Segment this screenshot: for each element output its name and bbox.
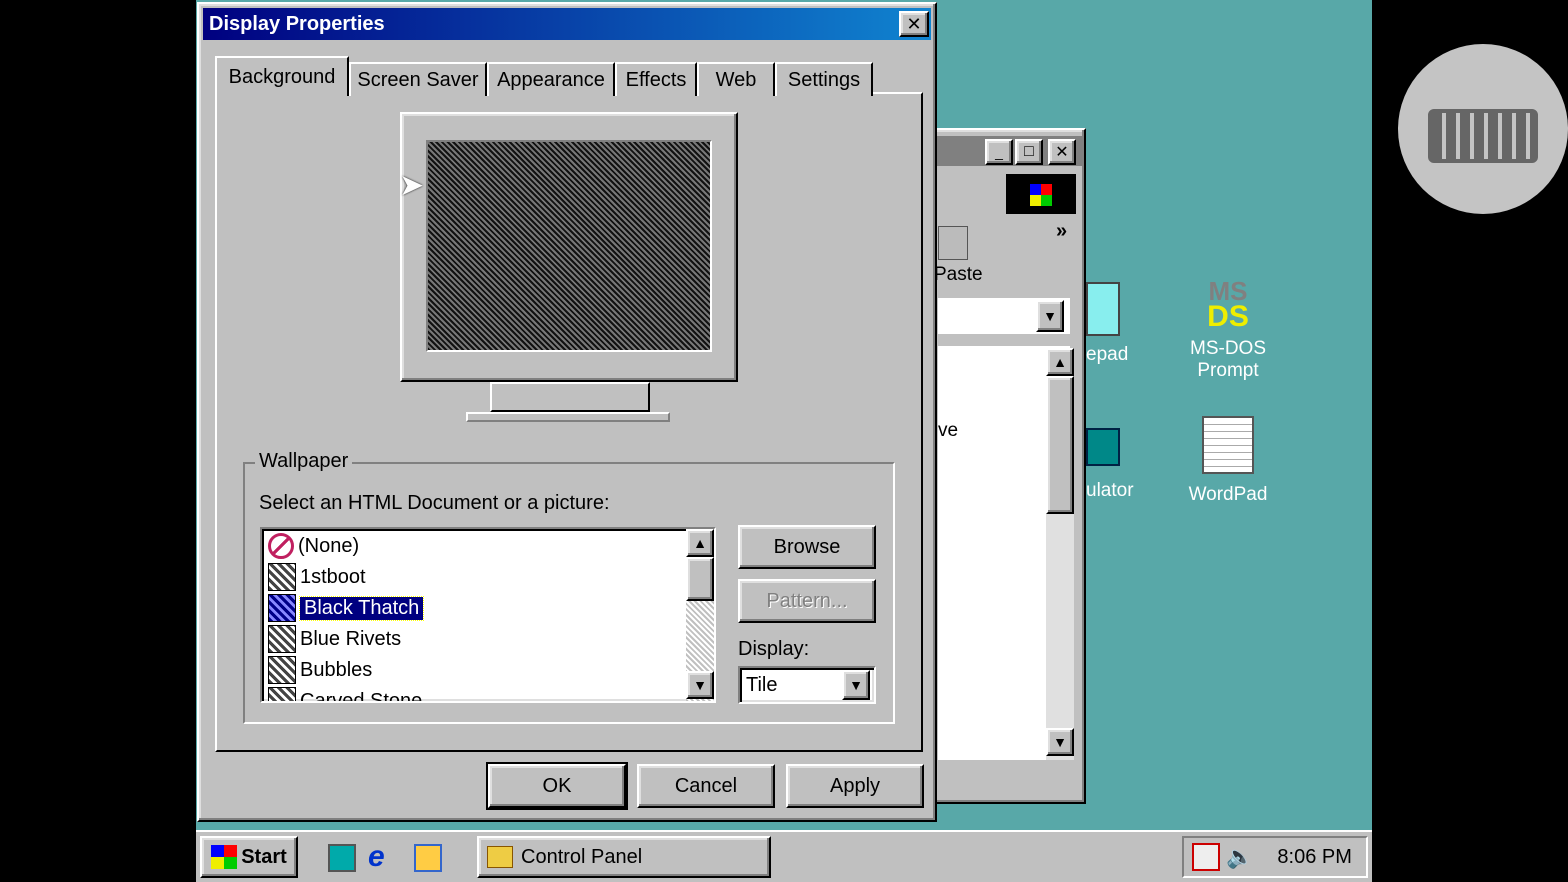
- taskbar-button-control-panel[interactable]: Control Panel: [477, 836, 771, 878]
- quicklaunch-edit-icon[interactable]: [328, 844, 356, 872]
- desktop-icon-notepad[interactable]: epad: [1086, 282, 1136, 366]
- wordpad-icon: [1202, 416, 1254, 474]
- maximize-button[interactable]: □: [1015, 139, 1043, 165]
- paste-icon[interactable]: [938, 226, 968, 260]
- ok-button[interactable]: OK: [486, 762, 628, 810]
- list-item[interactable]: (None): [268, 531, 359, 561]
- system-tray: 🔈 8:06 PM: [1182, 836, 1368, 878]
- list-item-selected[interactable]: Black Thatch: [268, 593, 425, 623]
- wallpaper-file-icon: [268, 656, 296, 684]
- tab-appearance[interactable]: Appearance: [487, 62, 615, 96]
- desktop-icon-wordpad[interactable]: WordPad: [1180, 416, 1276, 506]
- list-item[interactable]: Bubbles: [268, 655, 372, 685]
- partial-text: ve: [938, 420, 959, 441]
- ms-dos-icon: MS DS: [1207, 276, 1249, 333]
- monitor-stand: [490, 382, 650, 412]
- apply-button[interactable]: Apply: [786, 764, 924, 808]
- desktop-icon-ms-dos-prompt[interactable]: MS DS MS-DOS Prompt: [1180, 278, 1276, 382]
- minimize-button[interactable]: _: [985, 139, 1013, 165]
- list-item[interactable]: Blue Rivets: [268, 624, 401, 654]
- browse-button[interactable]: Browse: [738, 525, 876, 569]
- close-button[interactable]: ✕: [899, 11, 929, 37]
- keyboard-icon: [1428, 109, 1538, 163]
- wallpaper-file-icon: [268, 687, 296, 701]
- view-channels-icon[interactable]: [414, 844, 442, 872]
- tab-settings[interactable]: Settings: [775, 62, 873, 96]
- paste-button[interactable]: Paste: [934, 264, 983, 286]
- cancel-button[interactable]: Cancel: [637, 764, 775, 808]
- dialog-title: Display Properties: [209, 12, 385, 35]
- control-panel-icon: [487, 846, 513, 868]
- windows-logo-icon: [1006, 174, 1076, 214]
- clock[interactable]: 8:06 PM: [1277, 846, 1351, 869]
- wallpaper-group-label: Wallpaper: [255, 450, 353, 473]
- tab-web[interactable]: Web: [697, 62, 775, 96]
- address-dropdown-button[interactable]: ▼: [1036, 300, 1064, 332]
- scroll-down-button[interactable]: ▼: [1046, 728, 1074, 756]
- display-properties-dialog: Display Properties ✕ Background Screen S…: [197, 2, 937, 822]
- tab-background[interactable]: Background: [215, 56, 349, 96]
- volume-icon[interactable]: 🔈: [1226, 844, 1253, 870]
- control-panel-window: _ □ ✕ Paste » ▼ ve ▲ ▼: [930, 128, 1086, 804]
- tab-screen-saver[interactable]: Screen Saver: [349, 62, 487, 96]
- close-button[interactable]: ✕: [1048, 139, 1076, 165]
- scroll-thumb[interactable]: [686, 557, 714, 601]
- wallpaper-list[interactable]: (None) 1stboot Black Thatch Blue Rivets …: [260, 527, 716, 703]
- notepad-icon: [1086, 282, 1120, 336]
- wallpaper-file-icon: [268, 594, 296, 622]
- more-chevron[interactable]: »: [1056, 220, 1067, 243]
- pattern-button[interactable]: Pattern...: [738, 579, 876, 623]
- scheduler-icon[interactable]: [1192, 843, 1220, 871]
- monitor-base: [466, 412, 670, 422]
- display-dropdown-button[interactable]: ▼: [842, 670, 870, 700]
- list-item[interactable]: Carved Stone: [268, 686, 422, 701]
- list-item[interactable]: 1stboot: [268, 562, 366, 592]
- desktop-icon-calculator[interactable]: ulator: [1086, 428, 1146, 502]
- scroll-up-button[interactable]: ▲: [686, 529, 714, 557]
- scroll-up-button[interactable]: ▲: [1046, 348, 1074, 376]
- start-button[interactable]: Start: [200, 836, 298, 878]
- wallpaper-preview-screen: [426, 140, 712, 352]
- tab-effects[interactable]: Effects: [615, 62, 697, 96]
- display-label: Display:: [738, 638, 810, 660]
- scroll-down-button[interactable]: ▼: [686, 671, 714, 699]
- calculator-icon: [1086, 428, 1120, 466]
- mouse-cursor-icon: ➤: [399, 169, 425, 202]
- scroll-thumb[interactable]: [1046, 376, 1074, 514]
- title-bar[interactable]: Display Properties: [203, 8, 931, 40]
- keyboard-toggle-button[interactable]: [1398, 44, 1568, 214]
- wallpaper-file-icon: [268, 625, 296, 653]
- none-icon: [268, 533, 294, 559]
- windows-logo-icon: [211, 845, 238, 869]
- wallpaper-file-icon: [268, 563, 296, 591]
- internet-explorer-icon[interactable]: e: [368, 840, 385, 874]
- wallpaper-prompt: Select an HTML Document or a picture:: [259, 492, 610, 514]
